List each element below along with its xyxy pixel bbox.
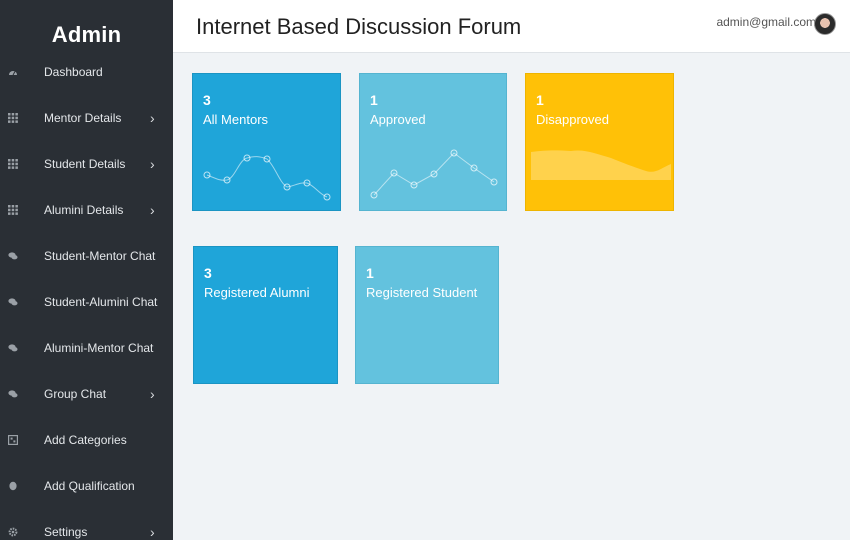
chat-icon [8,343,18,353]
grid-icon [8,159,18,169]
sidebar-item-alumini-details[interactable]: Alumini Details › [0,187,173,233]
qualification-icon [8,481,18,491]
sidebar-item-label: Settings [44,525,88,539]
chevron-right-icon: › [150,386,155,402]
sidebar-item-label: Add Qualification [44,479,135,493]
card-count: 1 [366,265,374,281]
chevron-right-icon: › [150,110,155,126]
avatar[interactable] [814,13,836,35]
sidebar-item-label: Mentor Details [44,111,122,125]
card-registered-alumni[interactable]: 3 Registered Alumni [193,246,338,384]
sidebar-item-label: Add Categories [44,433,127,447]
sidebar-item-label: Group Chat [44,387,107,401]
dashboard-icon [8,67,18,77]
chevron-right-icon: › [150,202,155,218]
card-approved[interactable]: 1 Approved [359,73,507,211]
sidebar-item-student-alumini-chat[interactable]: Student-Alumini Chat [0,279,173,325]
card-sparkline [370,149,498,199]
sidebar-item-dashboard[interactable]: Dashboard [0,49,173,95]
page-title: Internet Based Discussion Forum [196,14,522,39]
gear-icon [8,527,18,537]
sidebar: Admin Dashboard Mentor Details › Student… [0,0,173,540]
chat-icon [8,389,18,399]
card-label: Registered Student [366,285,478,300]
sidebar-item-mentor-details[interactable]: Mentor Details › [0,95,173,141]
card-count: 3 [204,265,212,281]
sidebar-item-label: Alumini Details [44,203,124,217]
sidebar-item-alumini-mentor-chat[interactable]: Alumini-Mentor Chat [0,325,173,371]
sidebar-item-add-qualification[interactable]: Add Qualification [0,463,173,509]
sidebar-item-student-mentor-chat[interactable]: Student-Mentor Chat [0,233,173,279]
sidebar-item-group-chat[interactable]: Group Chat › [0,371,173,417]
chevron-right-icon: › [150,524,155,540]
card-registered-student[interactable]: 1 Registered Student [355,246,499,384]
chat-icon [8,297,18,307]
sidebar-item-label: Student Details [44,157,126,171]
card-area-chart [531,150,671,180]
sidebar-item-student-details[interactable]: Student Details › [0,141,173,187]
user-email[interactable]: admin@gmail.com [716,15,816,29]
card-sparkline [203,154,331,201]
grid-icon [8,113,18,123]
grid-icon [8,205,18,215]
brand-title: Admin [51,22,122,47]
sidebar-item-label: Alumini-Mentor Chat [44,341,154,355]
sidebar-item-label: Student-Mentor Chat [44,249,156,263]
sidebar-item-label: Dashboard [44,65,103,79]
sidebar-item-add-categories[interactable]: Add Categories [0,417,173,463]
sidebar-item-settings[interactable]: Settings › [0,509,173,540]
sidebar-item-label: Student-Alumini Chat [44,295,158,309]
card-label: Registered Alumni [204,285,310,300]
top-header: Internet Based Discussion Forum admin@gm… [173,0,850,53]
chat-icon [8,251,18,261]
card-all-mentors[interactable]: 3 All Mentors [192,73,341,211]
chevron-right-icon: › [150,156,155,172]
card-disapproved[interactable]: 1 Disapproved [525,73,674,211]
categories-icon [8,435,18,445]
